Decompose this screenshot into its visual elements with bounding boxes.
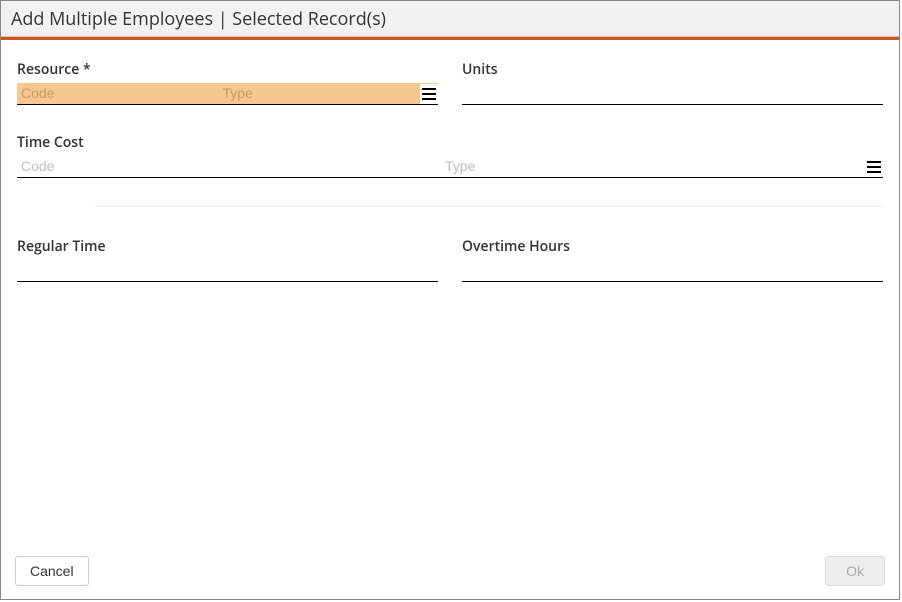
units-field: Units: [462, 60, 883, 105]
resource-code-input[interactable]: [17, 82, 219, 104]
titlebar: Add Multiple Employees | Selected Record…: [1, 1, 899, 37]
overtime-hours-label: Overtime Hours: [462, 237, 883, 256]
time-cost-lookup-icon[interactable]: [865, 157, 883, 177]
dialog-window: Add Multiple Employees | Selected Record…: [0, 0, 900, 600]
time-cost-lookup[interactable]: [17, 156, 883, 178]
time-cost-field: Time Cost: [17, 133, 883, 178]
resource-type-input[interactable]: [219, 82, 421, 104]
time-cost-code-input[interactable]: [17, 155, 441, 177]
units-input[interactable]: [462, 83, 883, 105]
units-label: Units: [462, 60, 883, 79]
resource-label: Resource *: [17, 60, 438, 79]
time-cost-label: Time Cost: [17, 133, 883, 152]
overtime-hours-field: Overtime Hours: [462, 237, 883, 282]
overtime-hours-input[interactable]: [462, 260, 883, 282]
row-regular-overtime: Regular Time Overtime Hours: [17, 237, 883, 282]
row-resource-units: Resource * Units: [17, 60, 883, 105]
regular-time-label: Regular Time: [17, 237, 438, 256]
ok-button[interactable]: Ok: [825, 556, 885, 586]
cancel-button[interactable]: Cancel: [15, 556, 89, 586]
dialog-footer: Cancel Ok: [1, 553, 899, 599]
regular-time-field: Regular Time: [17, 237, 438, 282]
time-cost-type-input[interactable]: [441, 155, 865, 177]
regular-time-input[interactable]: [17, 260, 438, 282]
row-time-cost: Time Cost: [17, 133, 883, 178]
section-divider: [95, 206, 883, 207]
resource-lookup-icon[interactable]: [420, 84, 438, 104]
resource-lookup[interactable]: [17, 83, 438, 105]
dialog-body: Resource * Units Time Cost: [1, 40, 899, 553]
resource-field: Resource *: [17, 60, 438, 105]
dialog-title: Add Multiple Employees | Selected Record…: [11, 7, 386, 31]
